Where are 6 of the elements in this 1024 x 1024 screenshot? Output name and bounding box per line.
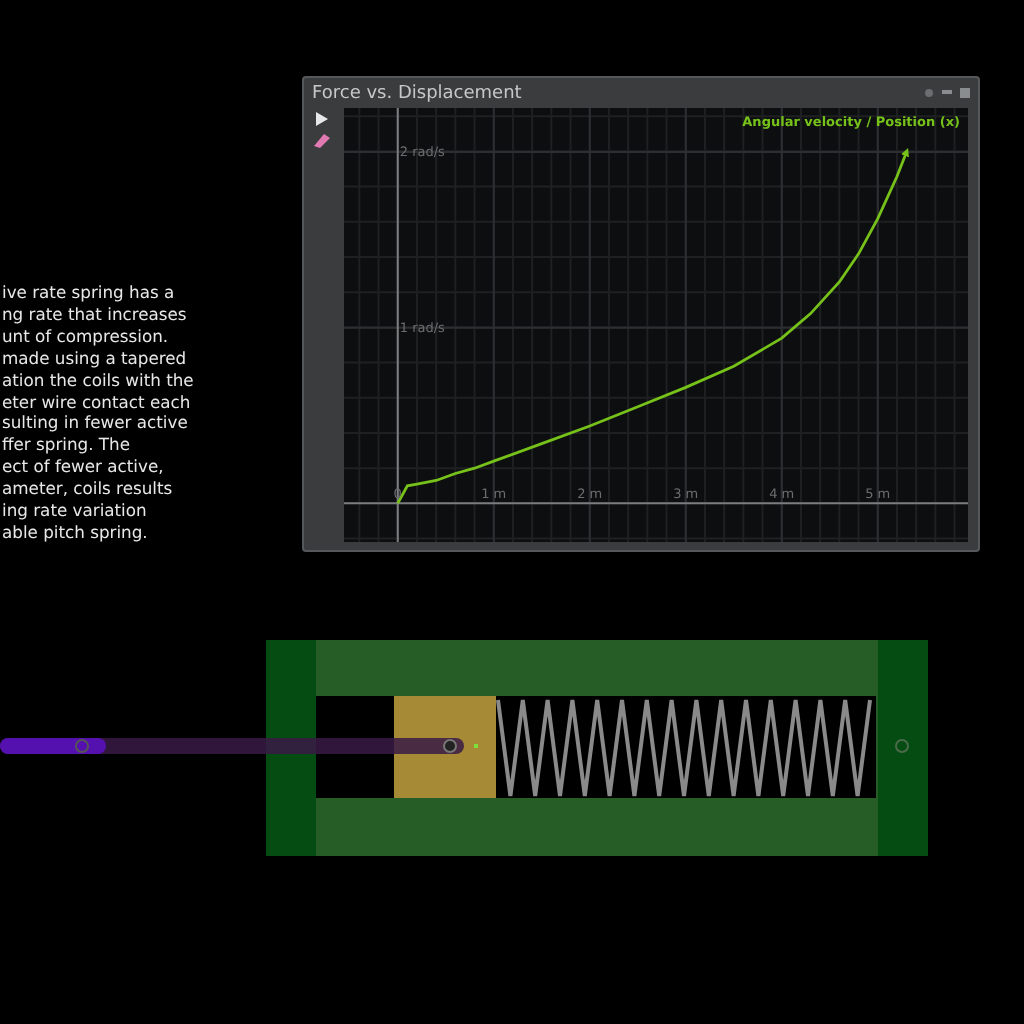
- pin-icon[interactable]: [924, 88, 934, 98]
- minimize-icon[interactable]: [942, 90, 952, 96]
- description-text: ive rate spring has a ng rate that increases unt of compression. made using a tapered ation the coils with the eter wire contact each sulting in fewer active ffer spring. The ect of fewer active, ameter, coils results ing rate variation able pitch spring.: [2, 282, 196, 544]
- window-title: Force vs. Displacement: [312, 83, 524, 103]
- eraser-icon[interactable]: [314, 134, 330, 148]
- play-icon[interactable]: [316, 112, 328, 126]
